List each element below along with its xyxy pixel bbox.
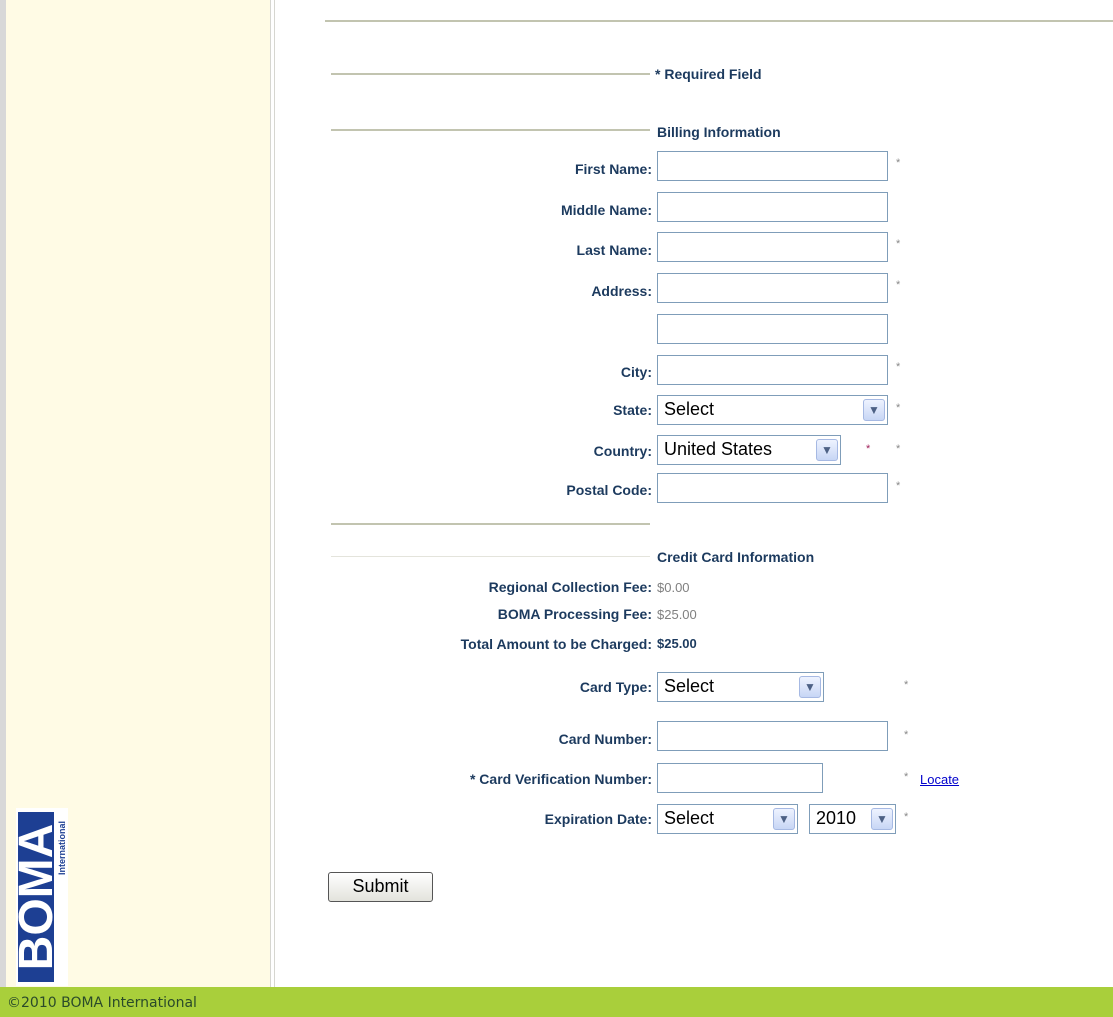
expiration-month-select[interactable]: Select ▼ (657, 804, 798, 834)
first-name-required: * (896, 157, 901, 169)
credit-heading: Credit Card Information (657, 549, 815, 565)
processing-fee-label: BOMA Processing Fee: (497, 606, 652, 622)
locate-link[interactable]: Locate (920, 772, 959, 787)
state-select-value: Select (664, 399, 715, 419)
copyright-text: ©2010 BOMA International (7, 995, 197, 1011)
country-required-red: * (866, 443, 871, 455)
address-label: Address: (591, 283, 652, 299)
card-type-select-value: Select (664, 676, 715, 696)
regional-fee-value: $0.00 (657, 580, 690, 595)
chevron-down-icon[interactable]: ▼ (799, 676, 821, 698)
required-note: * Required Field (655, 66, 762, 82)
postal-code-input[interactable] (657, 473, 888, 503)
middle-name-label: Middle Name: (560, 202, 652, 218)
credit-divider (331, 523, 650, 525)
country-select-value: United States (664, 439, 773, 459)
card-type-required: * (904, 679, 909, 691)
address-required: * (896, 279, 901, 291)
submit-button[interactable]: Submit (328, 872, 433, 902)
regional-fee-label: Regional Collection Fee: (488, 579, 652, 595)
cvn-label: * Card Verification Number: (469, 771, 652, 787)
expiration-required: * (904, 811, 909, 823)
postal-code-label: Postal Code: (566, 482, 652, 498)
cvn-required: * (904, 771, 909, 783)
state-required: * (896, 402, 901, 414)
billing-divider (331, 129, 650, 131)
card-type-label: Card Type: (579, 679, 652, 695)
state-select[interactable]: Select ▼ (657, 395, 888, 425)
chevron-down-icon[interactable]: ▼ (871, 808, 893, 830)
chevron-down-icon[interactable]: ▼ (773, 808, 795, 830)
card-number-label: Card Number: (558, 731, 652, 747)
state-label: State: (613, 402, 652, 418)
postal-code-required: * (896, 480, 901, 492)
cvn-input[interactable] (657, 763, 823, 793)
last-name-required: * (896, 238, 901, 250)
first-name-input[interactable] (657, 151, 888, 181)
first-name-label: First Name: (574, 161, 652, 177)
country-label: Country: (593, 443, 652, 459)
last-name-label: Last Name: (576, 242, 652, 258)
city-input[interactable] (657, 355, 888, 385)
address-line2-input[interactable] (657, 314, 888, 344)
address-line1-input[interactable] (657, 273, 888, 303)
city-required: * (896, 361, 901, 373)
required-divider (331, 73, 650, 75)
footer: ©2010 BOMA International (0, 987, 1113, 1017)
card-type-select[interactable]: Select ▼ (657, 672, 824, 702)
logo-text: BOMA (16, 824, 63, 971)
expiration-month-value: Select (664, 808, 715, 828)
middle-name-input[interactable] (657, 192, 888, 222)
processing-fee-value: $25.00 (657, 607, 697, 622)
country-required: * (896, 443, 901, 455)
chevron-down-icon[interactable]: ▼ (863, 399, 885, 421)
country-select[interactable]: United States ▼ (657, 435, 841, 465)
last-name-input[interactable] (657, 232, 888, 262)
expiration-year-value: 2010 (816, 808, 857, 828)
credit-divider-thin (331, 556, 650, 557)
total-amount-value: $25.00 (657, 636, 697, 651)
city-label: City: (620, 364, 652, 380)
card-number-input[interactable] (657, 721, 888, 751)
expiration-label: Expiration Date: (544, 811, 652, 827)
sidebar-divider (270, 0, 275, 987)
chevron-down-icon[interactable]: ▼ (816, 439, 838, 461)
logo-subtext: International (57, 821, 67, 875)
boma-logo: BOMA International (16, 808, 68, 986)
top-divider (325, 20, 1113, 22)
billing-heading: Billing Information (657, 124, 781, 140)
total-amount-label: Total Amount to be Charged: (460, 636, 652, 652)
expiration-year-select[interactable]: 2010 ▼ (809, 804, 896, 834)
card-number-required: * (904, 729, 909, 741)
